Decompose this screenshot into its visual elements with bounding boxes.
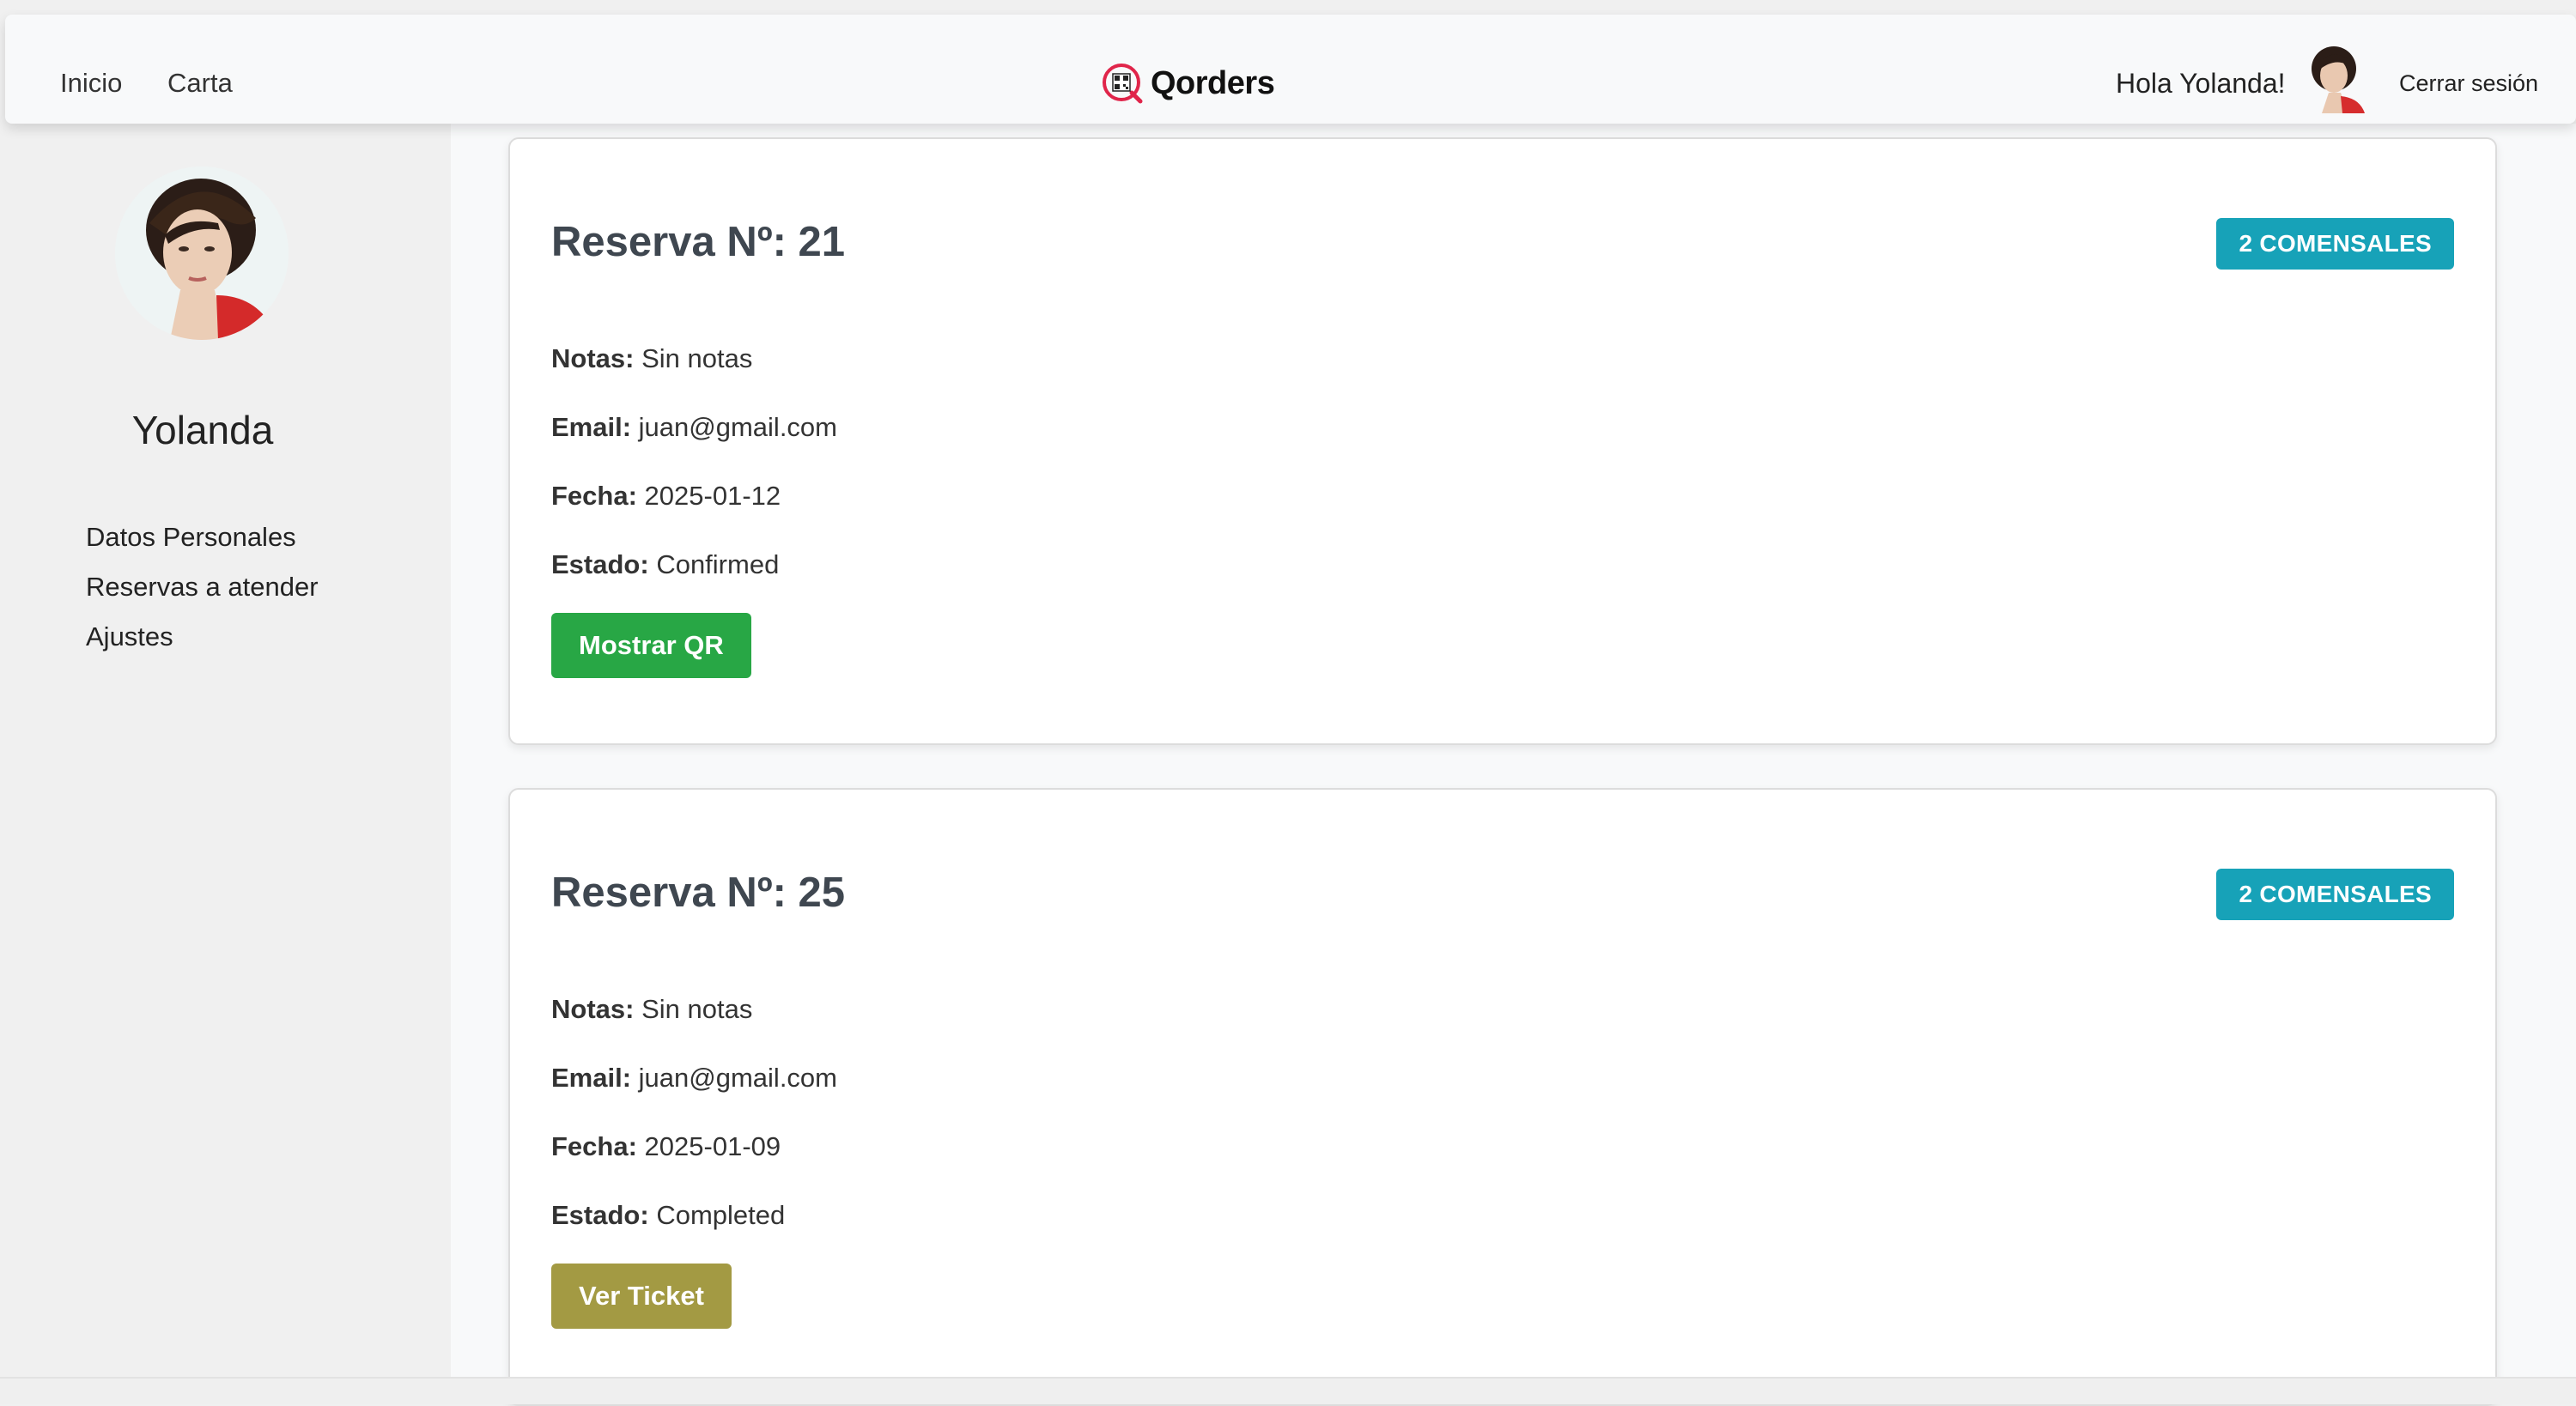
date-label: Fecha: <box>551 481 637 511</box>
user-avatar[interactable] <box>2303 43 2368 113</box>
status-label: Estado: <box>551 549 649 579</box>
nav-link-inicio[interactable]: Inicio <box>60 68 122 99</box>
notes-field: Notas: Sin notas <box>551 343 752 374</box>
profile-avatar <box>115 167 289 340</box>
notes-field: Notas: Sin notas <box>551 994 752 1025</box>
brand-name: Qorders <box>1151 64 1275 101</box>
email-label: Email: <box>551 1063 632 1093</box>
status-value: Confirmed <box>656 549 780 579</box>
sidebar-menu: Datos Personales Reservas a atender Ajus… <box>86 520 319 670</box>
reservation-card: Reserva Nº: 21 2 COMENSALES Notas: Sin n… <box>508 137 2497 745</box>
email-field: Email: juan@gmail.com <box>551 412 837 443</box>
brand-logo[interactable]: Qorders <box>1101 59 1275 107</box>
status-field: Estado: Completed <box>551 1200 785 1231</box>
diners-badge: 2 COMENSALES <box>2216 869 2454 920</box>
email-value: juan@gmail.com <box>638 1063 837 1093</box>
date-label: Fecha: <box>551 1131 637 1161</box>
reservation-card: Reserva Nº: 25 2 COMENSALES Notas: Sin n… <box>508 788 2497 1406</box>
date-value: 2025-01-12 <box>644 481 781 511</box>
status-label: Estado: <box>551 1200 649 1230</box>
email-field: Email: juan@gmail.com <box>551 1063 837 1094</box>
notes-value: Sin notas <box>641 343 753 373</box>
sidebar-item-reservas[interactable]: Reservas a atender <box>86 570 319 620</box>
profile-photo <box>115 167 289 340</box>
greeting-text: Hola Yolanda! <box>2116 68 2286 99</box>
status-field: Estado: Confirmed <box>551 549 779 580</box>
email-value: juan@gmail.com <box>638 412 837 442</box>
reservations-panel: Reserva Nº: 21 2 COMENSALES Notas: Sin n… <box>451 124 2576 1406</box>
email-label: Email: <box>551 412 632 442</box>
notes-label: Notas: <box>551 343 635 373</box>
bottom-scroll-area <box>0 1377 2576 1404</box>
top-navbar: Inicio Carta Qorders Hola Yolanda! Cerra… <box>5 15 2576 124</box>
status-value: Completed <box>656 1200 786 1230</box>
notes-value: Sin notas <box>641 994 753 1024</box>
sidebar-item-ajustes[interactable]: Ajustes <box>86 620 319 670</box>
diners-badge: 2 COMENSALES <box>2216 218 2454 270</box>
sidebar-item-datos-personales[interactable]: Datos Personales <box>86 520 319 570</box>
show-qr-button[interactable]: Mostrar QR <box>551 613 751 678</box>
profile-name: Yolanda <box>131 408 274 452</box>
date-value: 2025-01-09 <box>644 1131 781 1161</box>
date-field: Fecha: 2025-01-09 <box>551 1131 781 1162</box>
logout-link[interactable]: Cerrar sesión <box>2399 70 2538 97</box>
profile-sidebar: Yolanda Datos Personales Reservas a aten… <box>0 124 451 1377</box>
date-field: Fecha: 2025-01-12 <box>551 481 781 512</box>
reservation-title: Reserva Nº: 25 <box>551 870 846 916</box>
notes-label: Notas: <box>551 994 635 1024</box>
qr-logo-icon <box>1103 64 1143 104</box>
reservation-title: Reserva Nº: 21 <box>551 219 846 265</box>
view-ticket-button[interactable]: Ver Ticket <box>551 1264 732 1329</box>
nav-link-carta[interactable]: Carta <box>167 68 233 99</box>
